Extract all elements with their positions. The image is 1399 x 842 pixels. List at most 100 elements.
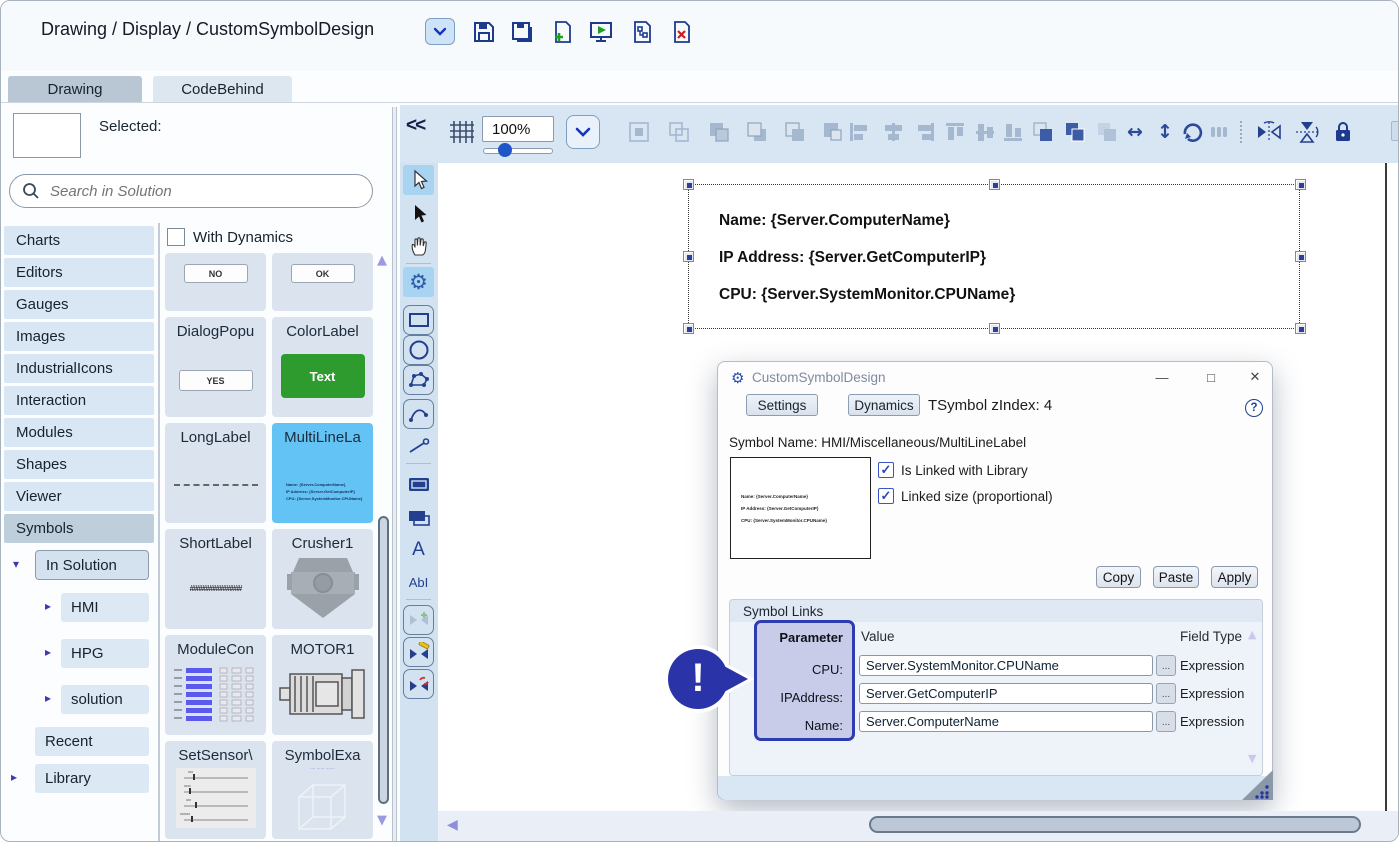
display-structure-button[interactable] — [629, 18, 656, 45]
resize-handle-ne[interactable] — [1295, 179, 1306, 190]
same-width-button[interactable] — [1062, 119, 1088, 145]
category-symbols[interactable]: Symbols — [4, 514, 154, 543]
search-box[interactable] — [9, 174, 373, 208]
tree-collapsed-icon[interactable]: ▸ — [45, 645, 51, 659]
minimize-button[interactable]: — — [1152, 367, 1172, 387]
curve-tool[interactable] — [403, 399, 434, 429]
symbol-tile-modulecon[interactable]: ModuleCon — [165, 635, 266, 735]
grid-scroll-down-icon[interactable]: ▼ — [377, 813, 387, 828]
polygon-tool[interactable] — [403, 365, 434, 395]
symbol-tile-motor[interactable]: MOTOR1 — [272, 635, 373, 735]
distribute-button[interactable] — [1206, 119, 1232, 145]
resize-handle-sw[interactable] — [683, 323, 694, 334]
resize-handle-s[interactable] — [989, 323, 1000, 334]
is-linked-checkbox[interactable]: ✓ — [878, 462, 894, 478]
textbox-tool[interactable]: AbI — [403, 567, 434, 597]
add-symbol-tool[interactable] — [403, 605, 434, 635]
symbol-tile-no[interactable]: NO — [165, 253, 266, 311]
flip-vertical-button[interactable] — [1294, 119, 1320, 145]
tree-item-hpg[interactable]: HPG — [61, 639, 149, 668]
browse-button[interactable]: ... — [1156, 655, 1176, 676]
new-display-button[interactable] — [549, 18, 576, 45]
symbol-tile-shortlabel[interactable]: ShortLabel ############### — [165, 529, 266, 629]
tree-item-hmi[interactable]: HMI — [61, 593, 149, 622]
help-button[interactable]: ? — [1245, 399, 1263, 417]
grid-toggle-icon[interactable] — [450, 119, 474, 145]
left-panel-scrollbar[interactable] — [392, 107, 397, 842]
zoom-slider-track[interactable] — [483, 148, 553, 154]
tree-expand-icon[interactable]: ▾ — [13, 557, 19, 571]
group-button[interactable] — [626, 119, 652, 145]
tree-collapsed-icon[interactable]: ▸ — [11, 770, 17, 784]
align-left-button[interactable] — [846, 119, 872, 145]
tree-collapsed-icon[interactable]: ▸ — [45, 691, 51, 705]
symbol-tile-multilinelabel[interactable]: MultiLineLa Name: {Server.ComputerName}I… — [272, 423, 373, 523]
align-top-button[interactable] — [942, 119, 968, 145]
category-industrialicons[interactable]: IndustrialIcons — [4, 354, 154, 383]
tree-item-recent[interactable]: Recent — [35, 727, 149, 756]
category-editors[interactable]: Editors — [4, 258, 154, 287]
dialog-tab-dynamics[interactable]: Dynamics — [848, 394, 920, 416]
category-viewer[interactable]: Viewer — [4, 482, 154, 511]
direct-select-tool[interactable] — [403, 199, 434, 229]
links-scroll-up-icon[interactable]: ▲ — [1248, 628, 1256, 641]
same-height-button[interactable] — [1094, 119, 1120, 145]
tree-collapsed-icon[interactable]: ▸ — [45, 599, 51, 613]
zoom-slider-handle[interactable] — [498, 143, 512, 157]
tree-item-solution[interactable]: solution — [61, 685, 149, 714]
ungroup-button[interactable] — [666, 119, 692, 145]
rectangle-tool[interactable] — [403, 305, 434, 335]
unlink-symbol-tool[interactable] — [403, 669, 434, 699]
align-center-button[interactable] — [880, 119, 906, 145]
tab-codebehind[interactable]: CodeBehind — [153, 76, 292, 102]
lock-button[interactable] — [1330, 119, 1356, 145]
align-bottom-button[interactable] — [1000, 119, 1026, 145]
maximize-button[interactable]: □ — [1201, 367, 1221, 387]
horizontal-scrollbar-thumb[interactable] — [869, 816, 1361, 833]
link-value-input-cpu[interactable] — [859, 655, 1153, 676]
zoom-value-box[interactable]: 100% — [482, 116, 554, 142]
grid-scroll-up-icon[interactable]: ▲ — [377, 253, 387, 268]
copy-button[interactable]: Copy — [1096, 566, 1141, 588]
select-tool[interactable] — [403, 165, 434, 195]
browse-button[interactable]: ... — [1156, 711, 1176, 732]
tab-drawing[interactable]: Drawing — [8, 76, 142, 102]
align-right-button[interactable] — [912, 119, 938, 145]
paste-button[interactable]: Paste — [1153, 566, 1199, 588]
polyline-tool[interactable] — [403, 431, 434, 461]
with-dynamics-checkbox[interactable] — [167, 228, 185, 246]
category-gauges[interactable]: Gauges — [4, 290, 154, 319]
dynamics-tool[interactable]: ⚙ — [403, 267, 434, 297]
scroll-left-icon[interactable]: ◀ — [447, 817, 458, 833]
close-display-button[interactable] — [668, 18, 695, 45]
panel-tool[interactable] — [403, 503, 434, 533]
resize-handle-e[interactable] — [1295, 251, 1306, 262]
tree-item-in-solution[interactable]: In Solution — [35, 550, 149, 580]
link-value-input-ipaddress[interactable] — [859, 683, 1153, 704]
bring-forward-button[interactable] — [782, 119, 808, 145]
symbol-tile-setsensor[interactable]: SetSensor\ ################ — [165, 741, 266, 839]
link-value-input-name[interactable] — [859, 711, 1153, 732]
zoom-dropdown-button[interactable] — [566, 115, 600, 149]
collapse-panel-button[interactable]: << — [406, 115, 424, 137]
search-input[interactable] — [48, 182, 348, 201]
ellipse-tool[interactable] — [403, 335, 434, 365]
category-interaction[interactable]: Interaction — [4, 386, 154, 415]
symbol-tile-crusher[interactable]: Crusher1 — [272, 529, 373, 629]
save-button[interactable] — [470, 18, 497, 45]
symbol-tile-ok[interactable]: OK — [272, 253, 373, 311]
category-images[interactable]: Images — [4, 322, 154, 351]
resize-handle-se[interactable] — [1295, 323, 1306, 334]
browse-button[interactable]: ... — [1156, 683, 1176, 704]
send-to-back-button[interactable] — [744, 119, 770, 145]
resize-grip[interactable] — [1242, 770, 1273, 800]
resize-height-button[interactable]: ↕ — [1152, 119, 1178, 145]
edit-symbol-tool[interactable] — [403, 637, 434, 667]
resize-handle-w[interactable] — [683, 251, 694, 262]
same-size-button[interactable] — [1030, 119, 1056, 145]
frame-tool[interactable] — [403, 469, 434, 499]
dialog-tab-settings[interactable]: Settings — [746, 394, 818, 416]
linked-size-checkbox[interactable]: ✓ — [878, 488, 894, 504]
flip-horizontal-button[interactable] — [1256, 119, 1282, 145]
resize-handle-nw[interactable] — [683, 179, 694, 190]
